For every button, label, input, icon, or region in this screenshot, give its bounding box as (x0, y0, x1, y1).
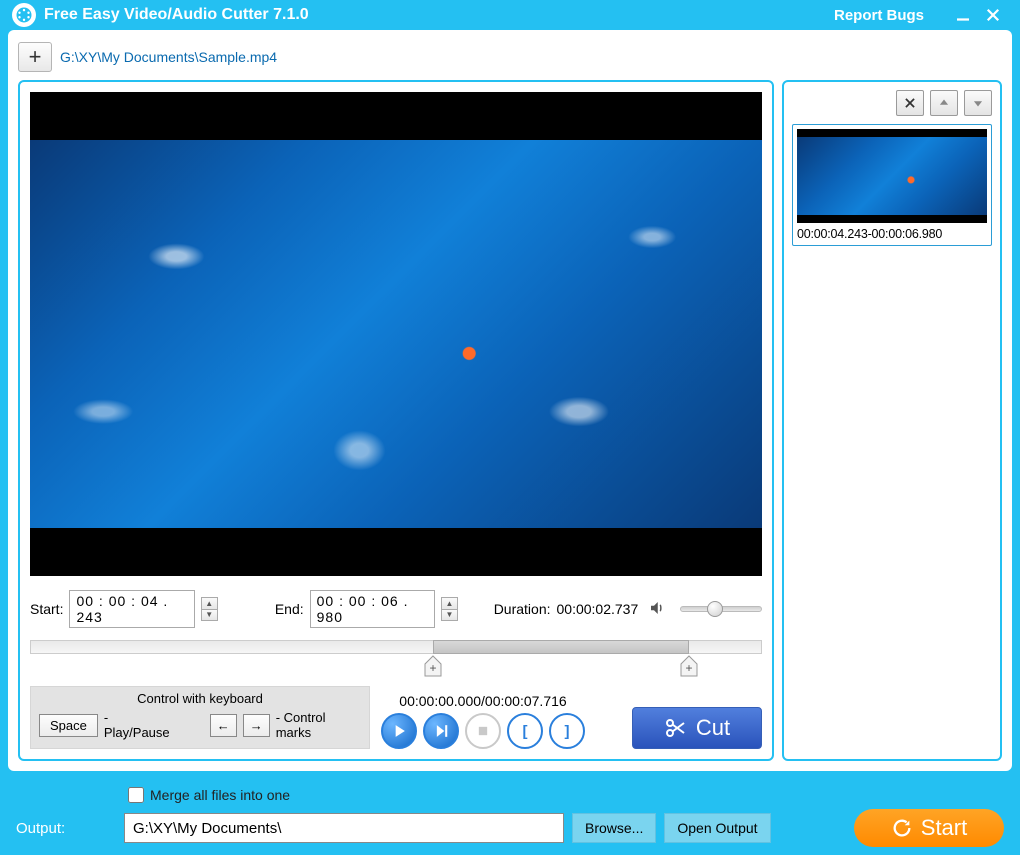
open-output-button[interactable]: Open Output (664, 813, 770, 843)
kb-marks-text: - Control marks (276, 710, 361, 740)
remove-clip-button[interactable] (896, 90, 924, 116)
duration-label: Duration: (494, 601, 551, 617)
volume-icon[interactable] (648, 599, 666, 620)
close-button[interactable] (978, 0, 1008, 30)
browse-button[interactable]: Browse... (572, 813, 656, 843)
start-button[interactable]: Start (854, 809, 1004, 847)
refresh-icon (891, 817, 913, 839)
kb-header: Control with keyboard (39, 691, 361, 710)
space-keycap: Space (39, 714, 98, 737)
start-label: Start: (30, 601, 63, 617)
end-time-spinner[interactable]: ▲▼ (441, 597, 458, 621)
cut-button-label: Cut (696, 715, 730, 741)
mark-in-handle[interactable]: + (421, 654, 445, 678)
output-label: Output: (16, 820, 116, 837)
file-path-text: G:\XY\My Documents\Sample.mp4 (60, 49, 277, 65)
left-arrow-keycap: ← (210, 714, 237, 737)
move-clip-down-button[interactable] (964, 90, 992, 116)
play-selection-button[interactable] (423, 713, 459, 749)
merge-files-label: Merge all files into one (150, 787, 290, 803)
clip-range-text: 00:00:04.243-00:00:06.980 (797, 227, 987, 241)
stop-button[interactable] (465, 713, 501, 749)
report-bugs-link[interactable]: Report Bugs (834, 7, 924, 24)
svg-text:+: + (429, 661, 436, 675)
scissors-icon (664, 716, 688, 740)
start-time-spinner[interactable]: ▲▼ (201, 597, 218, 621)
end-time-input[interactable]: 00 : 00 : 06 . 980 (310, 590, 436, 628)
video-panel: Start: 00 : 00 : 04 . 243 ▲▼ End: 00 : 0… (18, 80, 774, 761)
play-button[interactable] (381, 713, 417, 749)
svg-text:+: + (685, 661, 692, 675)
clip-thumbnail (797, 129, 987, 223)
mark-out-handle[interactable]: + (677, 654, 701, 678)
cut-button[interactable]: Cut (632, 707, 762, 749)
right-arrow-keycap: → (243, 714, 270, 737)
video-preview[interactable] (30, 92, 762, 576)
minimize-button[interactable] (948, 0, 978, 30)
mark-in-button[interactable]: [ (507, 713, 543, 749)
svg-text:[: [ (523, 723, 528, 740)
app-logo-icon (12, 3, 36, 27)
start-button-label: Start (921, 815, 967, 841)
end-label: End: (275, 601, 304, 617)
duration-value: 00:00:02.737 (557, 601, 639, 617)
move-clip-up-button[interactable] (930, 90, 958, 116)
volume-slider[interactable] (680, 606, 762, 612)
add-file-button[interactable]: + (18, 42, 52, 72)
clip-item[interactable]: 00:00:04.243-00:00:06.980 (792, 124, 992, 246)
start-time-input[interactable]: 00 : 00 : 04 . 243 (69, 590, 195, 628)
merge-files-checkbox[interactable] (128, 787, 144, 803)
timeline-track[interactable]: + + (30, 640, 762, 656)
window-title: Free Easy Video/Audio Cutter 7.1.0 (44, 6, 309, 24)
kb-playpause-text: - Play/Pause (104, 710, 175, 740)
keyboard-help-box: Control with keyboard Space - Play/Pause… (30, 686, 370, 749)
svg-text:]: ] (565, 723, 570, 740)
clips-panel: 00:00:04.243-00:00:06.980 (782, 80, 1002, 761)
mark-out-button[interactable]: ] (549, 713, 585, 749)
playback-position-text: 00:00:00.000/00:00:07.716 (378, 693, 588, 709)
output-path-input[interactable] (124, 813, 564, 843)
